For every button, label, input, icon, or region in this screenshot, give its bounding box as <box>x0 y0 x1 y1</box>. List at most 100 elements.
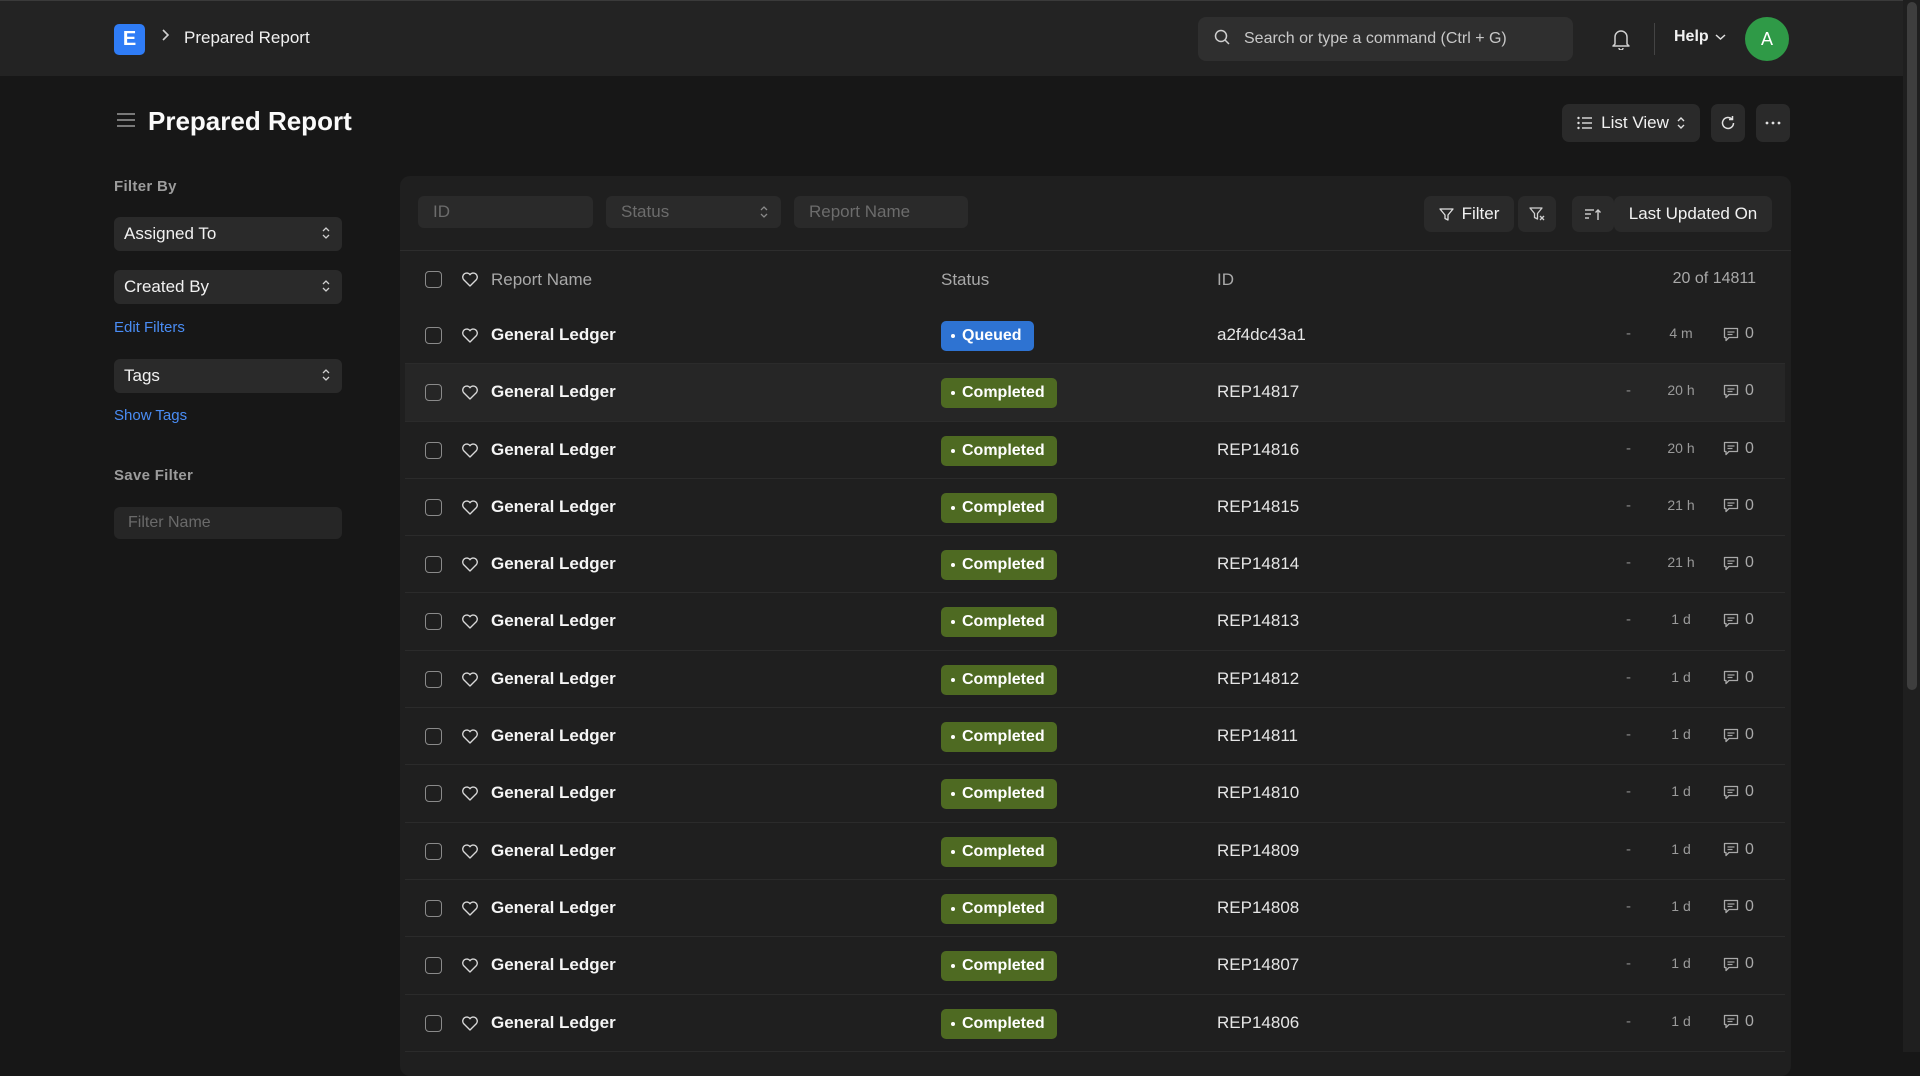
heart-icon[interactable] <box>461 957 479 979</box>
edit-filters-link[interactable]: Edit Filters <box>114 319 185 336</box>
heart-icon[interactable] <box>461 442 479 464</box>
show-tags-link[interactable]: Show Tags <box>114 407 187 424</box>
comment-count[interactable]: 0 <box>1723 382 1754 400</box>
comment-count[interactable]: 0 <box>1723 955 1754 973</box>
row-checkbox[interactable] <box>425 785 442 803</box>
heart-icon[interactable] <box>461 900 479 922</box>
report-name[interactable]: General Ledger <box>491 440 616 460</box>
comment-count[interactable]: 0 <box>1723 898 1754 916</box>
heart-icon[interactable] <box>461 1015 479 1037</box>
heart-icon[interactable] <box>461 556 479 578</box>
report-name[interactable]: General Ledger <box>491 611 616 631</box>
heart-icon[interactable] <box>461 271 479 293</box>
heart-icon[interactable] <box>461 785 479 807</box>
table-row[interactable]: General Ledger Completed REP14807 - 1 d 0 <box>405 937 1785 995</box>
comment-count[interactable]: 0 <box>1723 554 1754 572</box>
assigned-to-select[interactable]: Assigned To <box>114 217 342 251</box>
tags-select[interactable]: Tags <box>114 359 342 393</box>
table-row[interactable]: General Ledger Completed REP14816 - 20 h 0 <box>405 422 1785 479</box>
comment-count[interactable]: 0 <box>1723 669 1754 687</box>
id-filter-input[interactable]: ID <box>418 196 593 228</box>
search-input[interactable]: Search or type a command (Ctrl + G) <box>1198 17 1573 61</box>
row-checkbox[interactable] <box>425 670 442 688</box>
comment-count[interactable]: 0 <box>1723 611 1754 629</box>
hamburger-menu-icon[interactable] <box>116 112 136 133</box>
row-checkbox[interactable] <box>425 728 442 746</box>
created-by-select[interactable]: Created By <box>114 270 342 304</box>
heart-icon[interactable] <box>461 499 479 521</box>
status-filter-select[interactable]: Status <box>606 196 781 228</box>
row-checkbox[interactable] <box>425 556 442 574</box>
comment-count-value: 0 <box>1745 955 1754 973</box>
comment-count[interactable]: 0 <box>1723 440 1754 458</box>
row-checkbox[interactable] <box>425 498 442 516</box>
app-logo[interactable]: E <box>114 24 145 55</box>
table-row[interactable]: General Ledger Completed REP14810 - 1 d 0 <box>405 765 1785 823</box>
row-checkbox[interactable] <box>425 384 442 402</box>
report-name[interactable]: General Ledger <box>491 841 616 861</box>
report-name[interactable]: General Ledger <box>491 726 616 746</box>
row-checkbox[interactable] <box>425 613 442 631</box>
row-checkbox[interactable] <box>425 899 442 917</box>
scrollbar-thumb[interactable] <box>1907 2 1917 690</box>
heart-icon[interactable] <box>461 613 479 635</box>
row-checkbox[interactable] <box>425 327 442 344</box>
comment-count[interactable]: 0 <box>1723 783 1754 801</box>
column-header-id[interactable]: ID <box>1217 270 1234 290</box>
table-row[interactable]: General Ledger Completed REP14813 - 1 d 0 <box>405 593 1785 651</box>
report-name[interactable]: General Ledger <box>491 669 616 689</box>
table-row[interactable]: General Ledger Completed REP14809 - 1 d 0 <box>405 823 1785 880</box>
filter-button[interactable]: Filter <box>1424 196 1514 232</box>
report-name[interactable]: General Ledger <box>491 554 616 574</box>
comment-count[interactable]: 0 <box>1723 726 1754 744</box>
list-view-button[interactable]: List View <box>1562 104 1700 142</box>
report-name[interactable]: General Ledger <box>491 783 616 803</box>
refresh-button[interactable] <box>1711 104 1745 142</box>
table-row[interactable]: General Ledger Completed REP14808 - 1 d 0 <box>405 880 1785 938</box>
comment-count-value: 0 <box>1745 668 1754 686</box>
table-row[interactable]: General Ledger Queued a2f4dc43a1 - 4 m 0 <box>405 307 1785 365</box>
comment-count[interactable]: 0 <box>1723 841 1754 859</box>
report-name[interactable]: General Ledger <box>491 955 616 975</box>
heart-icon[interactable] <box>461 671 479 693</box>
report-name-filter-input[interactable]: Report Name <box>794 196 968 228</box>
heart-icon[interactable] <box>461 843 479 865</box>
heart-icon[interactable] <box>461 728 479 750</box>
table-row[interactable]: General Ledger Completed REP14817 - 20 h 0 <box>405 364 1785 422</box>
report-name[interactable]: General Ledger <box>491 1013 616 1033</box>
comment-count[interactable]: 0 <box>1723 325 1754 343</box>
clear-filter-button[interactable] <box>1518 196 1556 232</box>
select-all-checkbox[interactable] <box>425 271 442 288</box>
column-header-report-name[interactable]: Report Name <box>491 270 592 290</box>
modified-time: 1 d <box>1671 783 1691 800</box>
help-dropdown[interactable]: Help <box>1674 28 1726 46</box>
row-checkbox[interactable] <box>425 441 442 459</box>
breadcrumb[interactable]: Prepared Report <box>184 28 310 48</box>
table-row[interactable]: General Ledger Completed REP14812 - 1 d 0 <box>405 651 1785 709</box>
more-options-button[interactable] <box>1756 104 1790 142</box>
table-row[interactable]: General Ledger Completed REP14811 - 1 d 0 <box>405 708 1785 766</box>
filter-name-input[interactable]: Filter Name <box>114 507 342 539</box>
report-name[interactable]: General Ledger <box>491 325 616 345</box>
row-checkbox[interactable] <box>425 1014 442 1032</box>
column-header-status[interactable]: Status <box>941 270 989 290</box>
modified-time: 20 h <box>1667 439 1695 456</box>
row-checkbox[interactable] <box>425 957 442 975</box>
heart-icon[interactable] <box>461 327 479 349</box>
sort-order-button[interactable] <box>1572 196 1614 232</box>
status-dot <box>951 505 955 510</box>
bell-icon[interactable] <box>1611 28 1631 55</box>
row-checkbox[interactable] <box>425 842 442 860</box>
comment-count-value: 0 <box>1745 783 1754 801</box>
report-name[interactable]: General Ledger <box>491 898 616 918</box>
table-row[interactable]: General Ledger Completed REP14806 - 1 d 0 <box>405 995 1785 1052</box>
table-row[interactable]: General Ledger Completed REP14814 - 21 h 0 <box>405 536 1785 594</box>
report-name[interactable]: General Ledger <box>491 497 616 517</box>
comment-count[interactable]: 0 <box>1723 497 1754 515</box>
sort-by-button[interactable]: Last Updated On <box>1614 196 1772 232</box>
report-name[interactable]: General Ledger <box>491 382 616 402</box>
table-row[interactable]: General Ledger Completed REP14815 - 21 h 0 <box>405 479 1785 537</box>
heart-icon[interactable] <box>461 384 479 406</box>
avatar[interactable]: A <box>1745 17 1789 61</box>
comment-count[interactable]: 0 <box>1723 1013 1754 1031</box>
